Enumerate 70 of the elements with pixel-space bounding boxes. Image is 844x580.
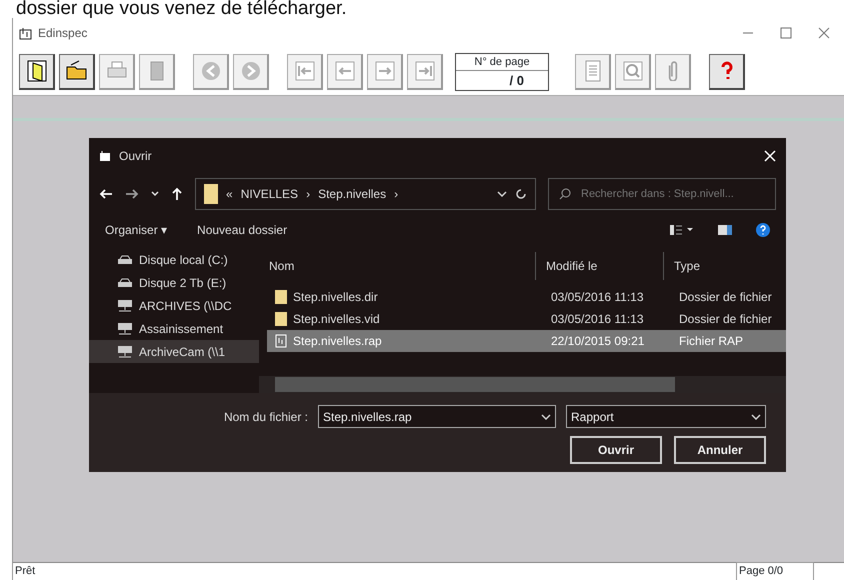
drive-icon [117, 254, 133, 266]
cancel-button[interactable]: Annuler [674, 436, 766, 464]
last-page-icon [412, 59, 436, 83]
back-arrow-icon [99, 188, 113, 200]
sidebar-item[interactable]: Assainissement [89, 317, 259, 340]
magnifier-icon [620, 59, 644, 83]
sidebar-item[interactable]: Disque 2 Tb (E:) [89, 271, 259, 294]
sidebar-item[interactable]: ArchiveCam (\\1 [89, 340, 259, 363]
status-text: Prêt [15, 564, 36, 580]
window-title: Edinspec [38, 25, 88, 42]
door-icon [24, 59, 48, 83]
breadcrumb-item[interactable]: Step.nivelles [318, 185, 386, 203]
folder-button[interactable] [59, 54, 95, 90]
paperclip-icon [668, 61, 678, 81]
page-label: N° de page [473, 54, 531, 70]
breadcrumb-separator: › [306, 186, 310, 203]
search-field[interactable]: Rechercher dans : Step.nivell... [548, 178, 776, 210]
file-type-dropdown[interactable]: Rapport [566, 405, 766, 428]
up-arrow-icon [171, 187, 183, 201]
preview-pane-icon [718, 224, 732, 236]
door-button[interactable] [19, 54, 55, 90]
filename-label: Nom du fichier : [224, 408, 308, 426]
app-icon [19, 26, 32, 40]
view-options-icon [670, 224, 694, 236]
horizontal-scrollbar[interactable] [259, 376, 786, 393]
search-icon [559, 188, 571, 200]
breadcrumb-separator: › [394, 186, 398, 203]
network-drive-icon [117, 322, 133, 336]
sidebar-item[interactable]: Disque local (C:) [89, 248, 259, 271]
network-drive-icon [117, 344, 133, 358]
file-row[interactable]: Step.nivelles.dir 03/05/2016 11:13 Dossier de fichier [267, 286, 786, 308]
open-button[interactable]: Ouvrir [570, 436, 662, 464]
page-value: / 0 [456, 70, 548, 90]
address-bar[interactable]: « NIVELLES › Step.nivelles › [195, 178, 536, 210]
folder-icon [204, 183, 218, 205]
folder-icon [275, 289, 287, 305]
refresh-icon [515, 188, 527, 200]
chevron-down-icon [541, 414, 551, 420]
page-number-field[interactable]: N° de page / 0 [455, 52, 549, 90]
organize-menu[interactable]: Organiser ▾ [105, 221, 168, 239]
forward-arrow-icon [125, 188, 139, 200]
dialog-title: Ouvrir [119, 148, 152, 165]
help-button[interactable] [709, 54, 745, 90]
filename-field[interactable]: Step.nivelles.rap [318, 405, 556, 428]
caption-text: dossier que vous venez de télécharger. [15, 0, 348, 18]
chevron-down-icon [751, 414, 761, 420]
app-icon [99, 150, 111, 162]
drive-icon [117, 276, 133, 288]
sidebar-item[interactable]: ARCHIVES (\\DC [89, 294, 259, 317]
new-folder-button[interactable]: Nouveau dossier [197, 221, 288, 239]
column-header[interactable]: Modifié le [535, 252, 663, 280]
chevron-down-icon [151, 191, 159, 197]
breadcrumb-item[interactable]: NIVELLES [240, 185, 298, 203]
help-icon [756, 223, 770, 237]
next-page-icon [372, 59, 396, 83]
page-indicator: Page 0/0 [736, 562, 814, 580]
column-header[interactable]: Type [663, 252, 786, 280]
file-row[interactable]: Step.nivelles.rap 22/10/2015 09:21 Fichier RAP [267, 330, 786, 352]
network-drive-icon [117, 298, 133, 312]
column-header[interactable]: Nom [259, 252, 535, 280]
close-icon [764, 150, 776, 162]
first-page-icon [292, 59, 316, 83]
close-icon [818, 27, 830, 39]
file-row[interactable]: Step.nivelles.vid 03/05/2016 11:13 Dossier de fichier [267, 308, 786, 330]
chevron-down-icon [497, 191, 507, 197]
previous-page-icon [332, 59, 356, 83]
file-icon [275, 334, 287, 348]
folder-icon [275, 311, 287, 327]
breadcrumb-separator: « [226, 186, 233, 203]
maximize-icon [780, 27, 792, 39]
